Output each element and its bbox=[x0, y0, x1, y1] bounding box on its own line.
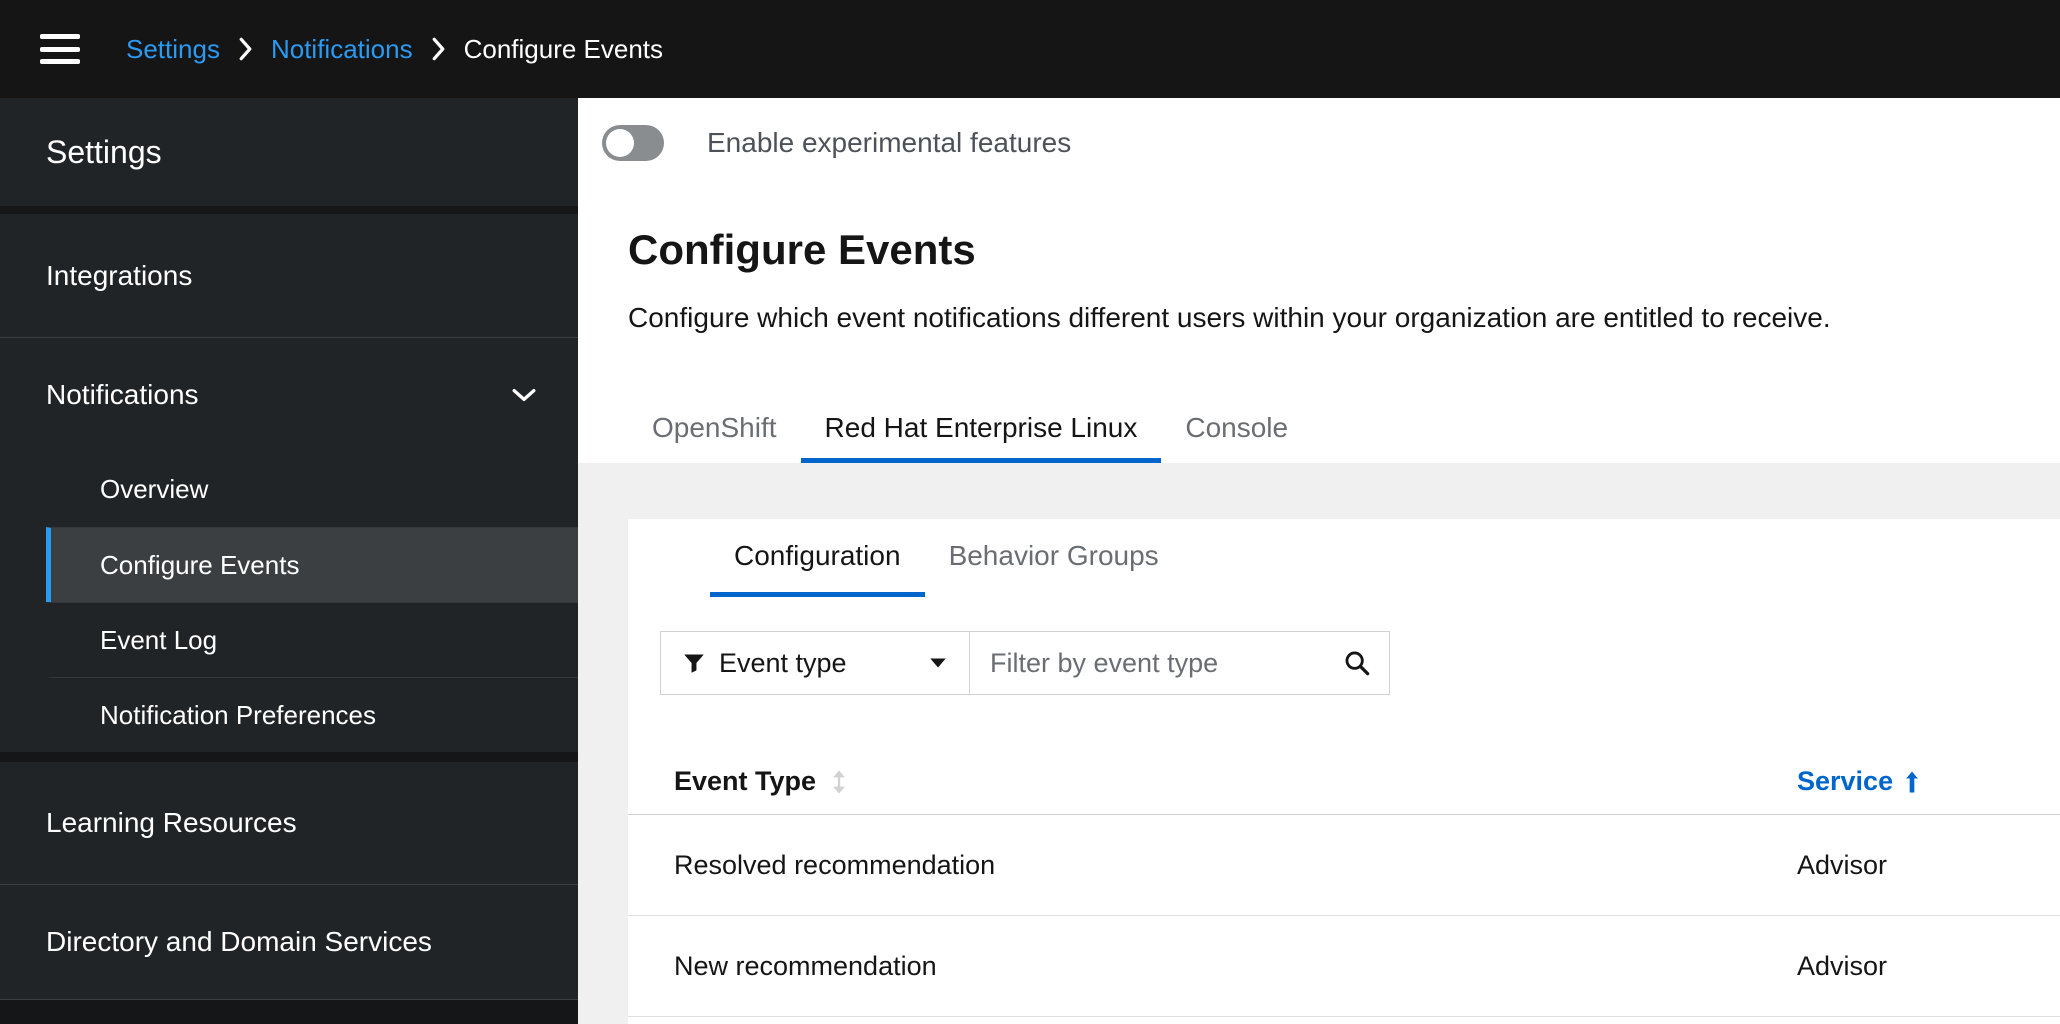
search-icon bbox=[1344, 650, 1370, 676]
tab-openshift[interactable]: OpenShift bbox=[628, 397, 801, 463]
chevron-right-icon bbox=[431, 37, 446, 61]
sidebar-item-label: Event Log bbox=[100, 624, 218, 655]
sidebar-item-event-log[interactable]: Event Log bbox=[46, 602, 578, 677]
sidebar-item-label: Notification Preferences bbox=[100, 699, 377, 730]
experimental-features-label: Enable experimental features bbox=[707, 127, 1072, 158]
event-type-cell: New recommendation bbox=[674, 950, 937, 981]
sidebar-item-label: Overview bbox=[100, 474, 209, 504]
tab-red-hat-enterprise-linux[interactable]: Red Hat Enterprise Linux bbox=[800, 397, 1162, 463]
tab-behavior-groups[interactable]: Behavior Groups bbox=[925, 519, 1183, 597]
column-label: Service bbox=[1797, 766, 1894, 796]
configuration-card: Configuration Behavior Groups Event type… bbox=[628, 519, 2060, 1024]
experimental-features-toggle[interactable] bbox=[602, 125, 664, 161]
sort-both-icon bbox=[832, 769, 846, 794]
sidebar-subnav: Overview Configure Events Event Log Noti… bbox=[0, 452, 578, 752]
sidebar-item-label: Learning Resources bbox=[46, 807, 297, 838]
main-content-header: Enable experimental features Configure E… bbox=[578, 98, 2060, 463]
filter-toolbar: Event type bbox=[660, 631, 1390, 695]
sidebar-bottom-divider bbox=[0, 999, 578, 1024]
tab-configuration[interactable]: Configuration bbox=[710, 519, 925, 597]
bundle-tabs: OpenShift Red Hat Enterprise Linux Conso… bbox=[628, 397, 1312, 463]
filter-icon bbox=[683, 652, 705, 674]
breadcrumb: Settings Notifications Configure Events bbox=[126, 34, 663, 65]
section-tabs: Configuration Behavior Groups bbox=[710, 519, 1183, 597]
page-title: Configure Events bbox=[628, 226, 976, 273]
sidebar-item-label: Notifications bbox=[46, 379, 199, 410]
table-row: Resolved recommendation Advisor bbox=[628, 815, 2060, 916]
sidebar-item-learning-resources[interactable]: Learning Resources bbox=[0, 762, 578, 884]
table-header-row: Event Type Service bbox=[628, 749, 2060, 815]
column-header-service[interactable]: Service bbox=[1797, 766, 1919, 797]
filter-input-wrapper bbox=[970, 631, 1390, 695]
sidebar-item-label: Integrations bbox=[46, 259, 193, 291]
sidebar-item-integrations[interactable]: Integrations bbox=[0, 214, 578, 337]
service-cell: Advisor bbox=[1797, 950, 1888, 981]
breadcrumb-current: Configure Events bbox=[463, 33, 664, 64]
section-divider bbox=[0, 206, 578, 214]
breadcrumb-settings[interactable]: Settings bbox=[126, 34, 220, 65]
experimental-features-row: Enable experimental features bbox=[602, 125, 1071, 161]
column-label: Event Type bbox=[674, 766, 817, 796]
event-type-filter-input[interactable] bbox=[990, 647, 1344, 679]
sidebar-title: Settings bbox=[46, 133, 162, 170]
service-cell: Advisor bbox=[1797, 849, 1888, 880]
event-type-cell: Resolved recommendation bbox=[674, 849, 996, 880]
chevron-right-icon bbox=[238, 37, 253, 61]
page-description: Configure which event notifications diff… bbox=[628, 302, 1831, 333]
sidebar-item-notification-preferences[interactable]: Notification Preferences bbox=[46, 677, 578, 752]
table-row: New recommendation Advisor bbox=[628, 916, 2060, 1017]
sidebar-item-overview[interactable]: Overview bbox=[46, 452, 578, 527]
chevron-down-icon bbox=[512, 387, 536, 403]
masthead: Settings Notifications Configure Events bbox=[0, 0, 2060, 98]
sidebar-item-configure-events[interactable]: Configure Events bbox=[46, 527, 578, 602]
filter-type-dropdown[interactable]: Event type bbox=[660, 631, 970, 695]
sidebar-nav: Settings Integrations Notifications Over… bbox=[0, 98, 578, 1024]
column-header-event-type[interactable]: Event Type bbox=[674, 766, 846, 797]
caret-down-icon bbox=[929, 657, 947, 669]
menu-toggle-icon[interactable] bbox=[40, 34, 80, 64]
sort-ascending-icon bbox=[1905, 771, 1919, 793]
breadcrumb-notifications[interactable]: Notifications bbox=[271, 34, 413, 65]
sidebar-item-notifications[interactable]: Notifications bbox=[0, 337, 578, 452]
sidebar-item-directory-domain-services[interactable]: Directory and Domain Services bbox=[0, 884, 578, 999]
toggle-knob bbox=[606, 129, 634, 157]
events-table: Event Type Service Resolved recommendati… bbox=[628, 749, 2060, 1017]
sidebar-item-label: Directory and Domain Services bbox=[46, 926, 432, 957]
tab-console[interactable]: Console bbox=[1161, 397, 1312, 463]
section-divider bbox=[0, 752, 578, 762]
sidebar-item-label: Configure Events bbox=[100, 549, 300, 580]
filter-dropdown-label: Event type bbox=[719, 647, 847, 678]
